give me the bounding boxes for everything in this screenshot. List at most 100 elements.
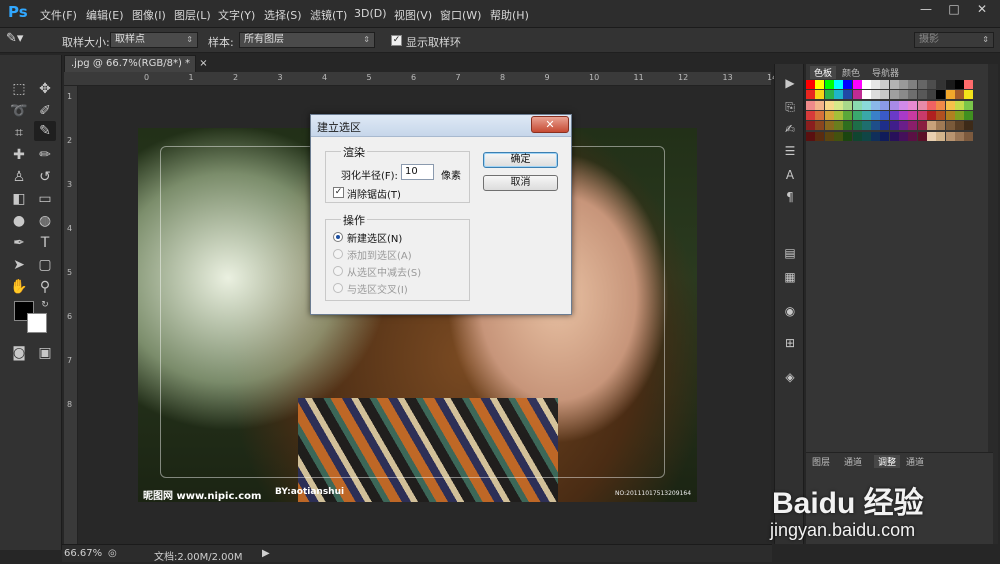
color-swatch[interactable] <box>908 131 918 141</box>
color-swatch[interactable] <box>926 121 936 131</box>
swatch-grid[interactable] <box>806 80 974 148</box>
color-swatch[interactable] <box>815 110 825 120</box>
color-swatch[interactable] <box>945 121 955 131</box>
color-swatch[interactable] <box>806 90 815 100</box>
color-swatch[interactable] <box>899 100 908 110</box>
color-swatch[interactable] <box>824 110 834 120</box>
lasso-tool-icon[interactable]: ➰ <box>8 101 30 121</box>
color-swatch[interactable] <box>899 80 908 89</box>
color-swatch[interactable] <box>908 100 918 110</box>
op-intersect-radio[interactable] <box>333 283 343 293</box>
color-swatch[interactable] <box>815 90 825 100</box>
tab-paths[interactable]: 通道 <box>906 455 924 468</box>
color-swatch[interactable] <box>964 90 974 100</box>
color-swatch[interactable] <box>806 121 815 131</box>
screen-mode-icon[interactable]: ▣ <box>34 343 56 363</box>
color-swatch[interactable] <box>880 90 890 100</box>
dialog-titlebar[interactable]: 建立选区 ✕ <box>311 115 571 137</box>
color-swatch[interactable] <box>806 131 815 141</box>
menu-layer[interactable]: 图层(L) <box>174 7 211 23</box>
color-swatch[interactable] <box>815 80 825 89</box>
color-swatch[interactable] <box>945 100 955 110</box>
color-swatch[interactable] <box>889 121 899 131</box>
color-swatch[interactable] <box>964 110 974 120</box>
color-swatch[interactable] <box>861 90 871 100</box>
type-tool-icon[interactable]: T <box>34 233 56 253</box>
color-swatch[interactable] <box>899 121 908 131</box>
color-swatch[interactable] <box>871 121 881 131</box>
color-swatch[interactable] <box>936 100 946 110</box>
color-swatch[interactable] <box>852 110 862 120</box>
color-swatch[interactable] <box>945 110 955 120</box>
color-swatch[interactable] <box>954 110 964 120</box>
minimize-button[interactable]: — <box>912 0 940 20</box>
color-swatch[interactable] <box>833 100 843 110</box>
color-swatch[interactable] <box>936 110 946 120</box>
color-swatch[interactable] <box>926 90 936 100</box>
color-swatch[interactable] <box>964 100 974 110</box>
antialias-checkbox[interactable]: ✓ <box>333 187 344 198</box>
color-swatch[interactable] <box>954 100 964 110</box>
tab-channels[interactable]: 通道 <box>844 455 862 468</box>
layer-comps-icon[interactable]: ▤ <box>781 244 799 262</box>
3d-icon[interactable]: ◈ <box>781 368 799 386</box>
color-swatch[interactable] <box>880 80 890 89</box>
notes-icon[interactable]: ▦ <box>781 268 799 286</box>
eraser-tool-icon[interactable]: ◧ <box>8 189 30 209</box>
marquee-tool-icon[interactable]: ⬚ <box>8 79 30 99</box>
color-swatch[interactable] <box>806 110 815 120</box>
color-swatch[interactable] <box>833 121 843 131</box>
color-swatch[interactable] <box>871 131 881 141</box>
op-subtract-radio[interactable] <box>333 266 343 276</box>
history-brush-icon[interactable]: ↺ <box>34 167 56 187</box>
color-swatch[interactable] <box>833 80 843 89</box>
color-swatch[interactable] <box>954 90 964 100</box>
sample-size-select[interactable]: 取样点 ⇕ <box>110 32 198 48</box>
color-swatch[interactable] <box>843 80 853 89</box>
status-arrow-icon[interactable]: ▶ <box>262 548 270 559</box>
color-swatch[interactable] <box>843 121 853 131</box>
shape-tool-icon[interactable]: ▢ <box>34 255 56 275</box>
color-swatch[interactable] <box>945 80 955 89</box>
color-swatch[interactable] <box>824 100 834 110</box>
color-swatch[interactable] <box>908 80 918 89</box>
healing-brush-icon[interactable]: ✚ <box>8 145 30 165</box>
tab-adjustments[interactable]: 调整 <box>874 455 901 468</box>
color-swatch[interactable] <box>936 90 946 100</box>
sample-select[interactable]: 所有图层 ⇕ <box>239 32 375 48</box>
workspace-select[interactable]: 摄影 ⇕ <box>914 32 994 48</box>
brush-presets-icon[interactable]: ✍ <box>781 120 799 138</box>
color-swatch[interactable] <box>908 110 918 120</box>
color-swatch[interactable] <box>852 100 862 110</box>
op-new-radio[interactable] <box>333 232 343 242</box>
color-swatch[interactable] <box>917 110 927 120</box>
color-swatch[interactable] <box>815 100 825 110</box>
eyedropper-icon[interactable]: ✎▾ <box>6 31 23 46</box>
dodge-tool-icon[interactable]: ◍ <box>34 211 56 231</box>
color-swatch[interactable] <box>824 131 834 141</box>
dialog-close-button[interactable]: ✕ <box>531 116 569 133</box>
menu-window[interactable]: 窗口(W) <box>440 7 481 23</box>
color-swatch[interactable] <box>871 90 881 100</box>
color-swatch[interactable] <box>861 100 871 110</box>
document-tab[interactable]: .jpg @ 66.7%(RGB/8*) * × <box>64 55 208 72</box>
zoom-level[interactable]: 66.67% <box>64 548 102 559</box>
kuler-icon[interactable]: ◉ <box>781 302 799 320</box>
color-swatch[interactable] <box>945 131 955 141</box>
adjust-sliders-icon[interactable]: ☰ <box>781 142 799 160</box>
color-swatch[interactable] <box>833 90 843 100</box>
color-swatch[interactable] <box>964 131 974 141</box>
menu-file[interactable]: 文件(F) <box>40 7 77 23</box>
background-color-swatch[interactable] <box>27 313 47 333</box>
history-icon[interactable]: ⎘ <box>781 98 799 116</box>
swap-colors-icon[interactable]: ↻ <box>34 295 56 315</box>
color-swatch[interactable] <box>964 80 974 89</box>
color-swatch[interactable] <box>917 121 927 131</box>
color-swatch[interactable] <box>917 100 927 110</box>
color-swatch[interactable] <box>824 121 834 131</box>
color-swatch[interactable] <box>954 80 964 89</box>
color-swatch[interactable] <box>954 131 964 141</box>
color-swatch[interactable] <box>936 80 946 89</box>
color-swatch[interactable] <box>899 131 908 141</box>
color-swatch[interactable] <box>945 90 955 100</box>
